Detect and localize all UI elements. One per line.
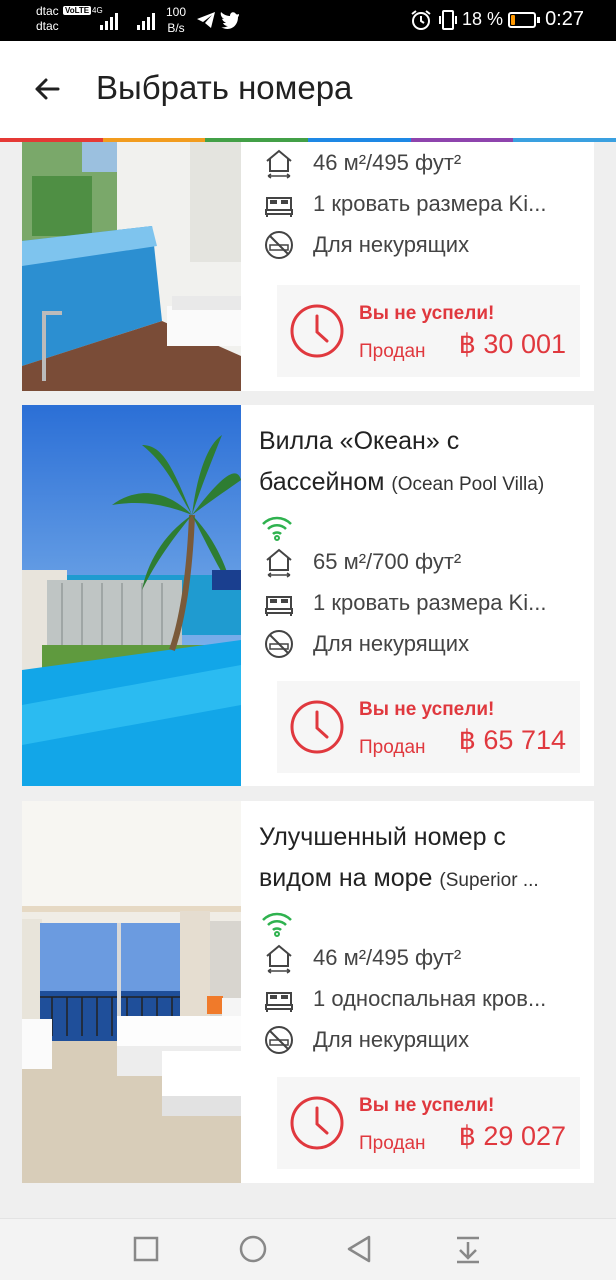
no-smoking-icon	[265, 1025, 293, 1054]
home-button[interactable]	[233, 1231, 273, 1269]
vibrate-icon	[439, 10, 457, 30]
wifi-icon	[262, 516, 292, 541]
sold-out-title: Вы не успели!	[359, 699, 495, 720]
battery-percent: 18 %	[462, 9, 504, 29]
back-nav-button[interactable]	[340, 1231, 380, 1269]
system-nav-bar	[0, 1218, 616, 1280]
telegram-icon	[197, 12, 215, 28]
room-photo	[22, 142, 241, 391]
sold-out-title: Вы не успели!	[359, 303, 495, 324]
house-area-icon	[266, 149, 292, 179]
room-photo	[22, 405, 241, 786]
sold-label: Продан	[359, 341, 426, 362]
signal-icon-1	[100, 12, 122, 30]
app-bar: Выбрать номера	[0, 41, 616, 138]
page-title: Выбрать номера	[96, 69, 353, 106]
twitter-icon	[220, 12, 239, 29]
room-bed: 1 кровать размера Ki...	[259, 582, 580, 623]
wifi-amenity	[259, 901, 580, 937]
arrow-left-icon	[35, 78, 60, 100]
room-smoking: Для некурящих	[259, 623, 580, 664]
alarm-icon	[411, 10, 431, 30]
room-price: ฿ 29 027	[458, 1121, 566, 1151]
sold-label: Продан	[359, 737, 426, 758]
room-price: ฿ 30 001	[458, 329, 566, 359]
bed-icon	[265, 196, 293, 217]
recents-button[interactable]	[126, 1231, 166, 1269]
house-area-icon	[266, 944, 292, 974]
room-smoking: Для некурящих	[259, 1019, 580, 1060]
bed-icon	[265, 595, 293, 616]
clock-time: 0:27	[545, 8, 584, 30]
room-smoking: Для некурящих	[259, 224, 580, 265]
volte-badge: VoLTE	[63, 6, 92, 15]
carrier-labels: dtac dtac	[36, 4, 59, 34]
signal-icon-2	[137, 12, 159, 30]
network-speed: 100 B/s	[166, 5, 187, 35]
room-photo	[22, 801, 241, 1183]
room-card[interactable]: Вилла «Океан» с бассейном (Ocean Pool Vi…	[22, 405, 594, 786]
clock-icon	[290, 304, 344, 358]
sold-out-box: Вы не успели! Продан ฿ 65 714	[277, 681, 580, 773]
room-card[interactable]: Улучшенный номер с видом на море (Superi…	[22, 801, 594, 1183]
house-area-icon	[266, 548, 292, 578]
sold-out-box: Вы не успели! Продан ฿ 30 001	[277, 285, 580, 377]
circle-icon	[239, 1235, 267, 1263]
bed-icon	[265, 991, 293, 1012]
sold-label: Продан	[359, 1133, 426, 1154]
room-card[interactable]: 46 м²/495 фут² 1 кровать размера Ki... Д…	[22, 142, 594, 391]
wifi-icon	[262, 912, 292, 937]
room-area: 46 м²/495 фут²	[259, 937, 580, 978]
square-icon	[133, 1236, 159, 1262]
sold-out-box: Вы не успели! Продан ฿ 29 027	[277, 1077, 580, 1169]
triangle-back-icon	[347, 1235, 371, 1263]
room-price: ฿ 65 714	[458, 725, 566, 755]
clock-icon	[290, 700, 344, 754]
no-smoking-icon	[265, 629, 293, 658]
no-smoking-icon	[265, 230, 293, 259]
clock-icon	[290, 1096, 344, 1150]
notification-down-icon	[457, 1236, 479, 1264]
wifi-amenity	[259, 505, 580, 541]
room-bed: 1 односпальная кров...	[259, 978, 580, 1019]
room-list[interactable]: 46 м²/495 фут² 1 кровать размера Ki... Д…	[0, 142, 616, 1218]
room-area: 46 м²/495 фут²	[259, 142, 580, 183]
sold-out-title: Вы не успели!	[359, 1095, 495, 1116]
back-button[interactable]	[22, 63, 74, 115]
carrier-1: dtac	[36, 4, 59, 18]
battery-icon	[508, 12, 536, 28]
status-bar: dtac dtac VoLTE 4G 100 B/s 18 % 0:27	[0, 0, 616, 41]
room-bed: 1 кровать размера Ki...	[259, 183, 580, 224]
room-area: 65 м²/700 фут²	[259, 541, 580, 582]
carrier-2: dtac	[36, 19, 59, 33]
notifications-button[interactable]	[448, 1231, 488, 1269]
room-name: Вилла «Океан» с бассейном (Ocean Pool Vi…	[259, 427, 545, 496]
room-name: Улучшенный номер с видом на море (Superi…	[259, 823, 539, 892]
